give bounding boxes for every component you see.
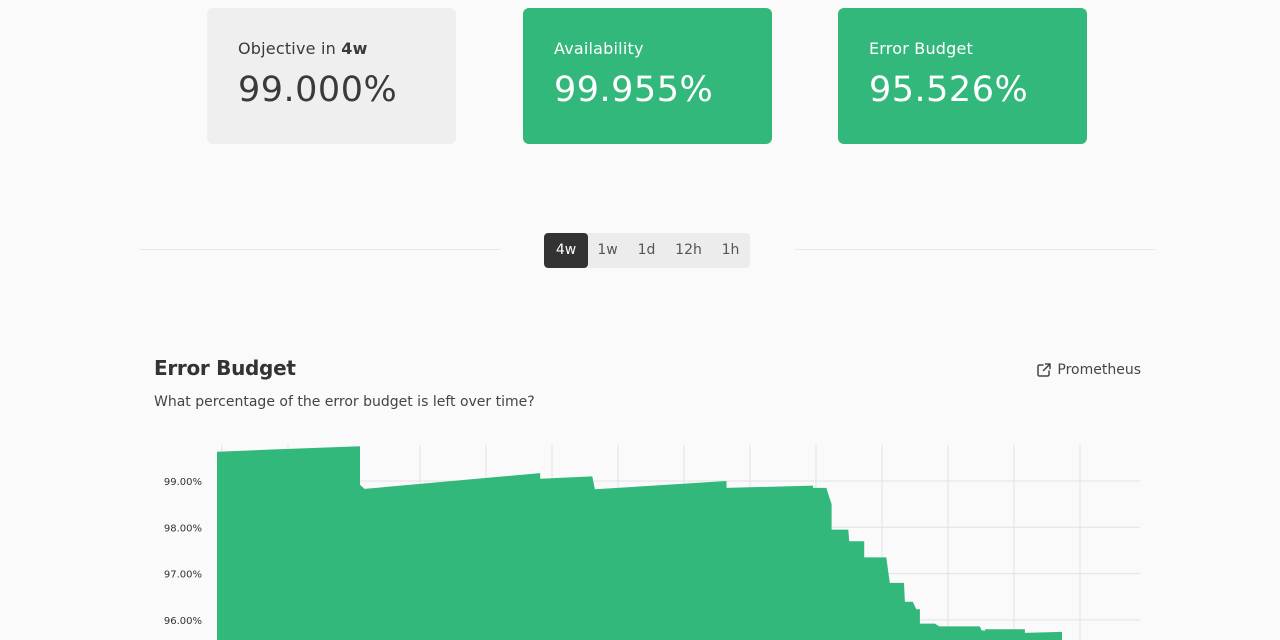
objective-label: Objective in 4w — [238, 38, 425, 60]
range-option-1d[interactable]: 1d — [627, 233, 666, 268]
y-tick-label: 97.00% — [164, 570, 202, 581]
error-budget-area[interactable] — [217, 446, 1062, 640]
range-option-4w[interactable]: 4w — [544, 233, 588, 268]
prometheus-link[interactable]: Prometheus — [1036, 362, 1141, 378]
error-budget-value: 95.526% — [869, 70, 1029, 110]
range-option-1h[interactable]: 1h — [711, 233, 750, 268]
divider-right — [795, 249, 1155, 250]
error-budget-card: Error Budget 95.526% — [838, 8, 1087, 144]
objective-value: 99.000% — [238, 70, 398, 110]
summary-cards: Objective in 4w 99.000% Availability 99.… — [0, 8, 1280, 144]
error-budget-label: Error Budget — [869, 39, 974, 58]
availability-label: Availability — [554, 39, 644, 58]
range-option-12h[interactable]: 12h — [666, 233, 711, 268]
objective-card: Objective in 4w 99.000% — [207, 8, 456, 144]
error-budget-description: What percentage of the error budget is l… — [154, 394, 535, 410]
availability-value: 99.955% — [554, 70, 714, 110]
error-budget-title: Error Budget — [154, 356, 296, 380]
time-range-selector: 4w 1w 1d 12h 1h — [544, 233, 750, 268]
error-budget-chart: 99.00% 98.00% 97.00% 96.00% — [140, 440, 1150, 640]
external-link-icon — [1037, 363, 1052, 377]
divider-left — [140, 249, 500, 250]
y-tick-label: 99.00% — [164, 477, 202, 488]
y-tick-label: 98.00% — [164, 523, 202, 534]
availability-card: Availability 99.955% — [523, 8, 772, 144]
objective-label-prefix: Objective in — [238, 39, 336, 58]
range-option-1w[interactable]: 1w — [588, 233, 627, 268]
error-budget-chart-svg: 99.00% 98.00% 97.00% 96.00% — [164, 445, 1140, 640]
y-tick-label: 96.00% — [164, 616, 202, 627]
objective-window: 4w — [341, 39, 368, 58]
prometheus-link-label: Prometheus — [1057, 362, 1141, 378]
